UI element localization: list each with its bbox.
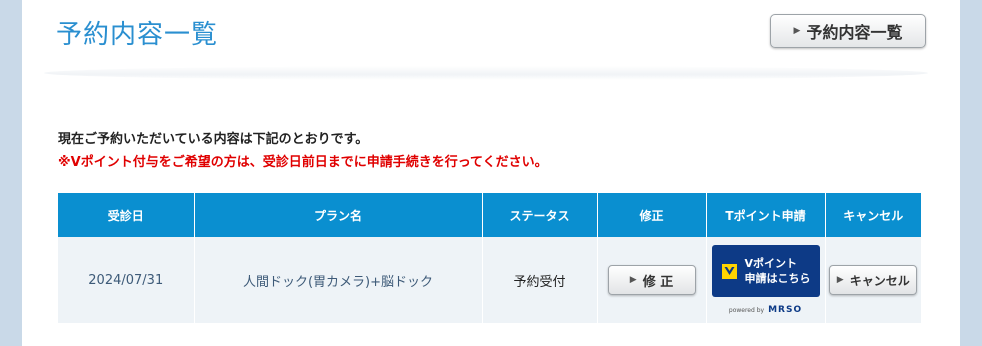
triangle-right-icon: ▶ — [629, 275, 637, 285]
vpoint-apply-button[interactable]: Vポイント 申請はこちら — [711, 245, 820, 297]
table-row: 2024/07/31 人間ドック(胃カメラ)+脳ドック 予約受付 ▶ 修 正 V… — [58, 237, 921, 323]
reservation-list-button-label: 予約内容一覧 — [806, 23, 903, 42]
edit-button-label: 修 正 — [642, 274, 674, 290]
edit-button[interactable]: ▶ 修 正 — [607, 265, 696, 295]
header-status: ステータス — [482, 193, 598, 237]
triangle-right-icon: ▶ — [836, 275, 844, 285]
cell-point: Vポイント 申請はこちら powered by MRSO — [706, 237, 826, 323]
intro-text: 現在ご予約いただいている内容は下記のとおりです。 — [58, 132, 369, 147]
triangle-right-icon: ▶ — [793, 26, 801, 36]
header-cancel: キャンセル — [825, 193, 921, 237]
main-panel: 予約内容一覧 ▶ 予約内容一覧 現在ご予約いただいている内容は下記のとおりです。… — [22, 0, 960, 346]
page-title: 予約内容一覧 — [56, 20, 219, 50]
vpoint-notice: ※Vポイント付与をご希望の方は、受診日前日までに申請手続きを行ってください。 — [58, 155, 548, 170]
cancel-button[interactable]: ▶ キャンセル — [829, 265, 918, 295]
powered-by-text: powered by — [728, 307, 765, 314]
header-plan: プラン名 — [194, 193, 483, 237]
header-divider — [44, 66, 928, 80]
cell-cancel: ▶ キャンセル — [825, 237, 921, 323]
vpoint-logo-icon — [721, 263, 737, 279]
cell-status: 予約受付 — [482, 237, 598, 323]
header-point: Tポイント申請 — [706, 193, 826, 237]
reservation-table: 受診日 プラン名 ステータス 修正 Tポイント申請 キャンセル 2024/07/… — [58, 193, 921, 323]
reservation-list-button[interactable]: ▶ 予約内容一覧 — [770, 14, 926, 48]
header-date: 受診日 — [58, 193, 195, 237]
cell-edit: ▶ 修 正 — [597, 237, 707, 323]
cancel-button-label: キャンセル — [849, 273, 910, 288]
powered-brand: MRSO — [768, 305, 803, 315]
header-edit: 修正 — [597, 193, 707, 237]
powered-by-label: powered by MRSO — [729, 305, 802, 315]
table-header-row: 受診日 プラン名 ステータス 修正 Tポイント申請 キャンセル — [58, 193, 921, 237]
cell-plan: 人間ドック(胃カメラ)+脳ドック — [194, 237, 483, 323]
vpoint-button-line1: Vポイント — [744, 257, 798, 270]
vpoint-button-line2: 申請はこちら — [744, 272, 811, 285]
cell-date: 2024/07/31 — [58, 237, 195, 323]
